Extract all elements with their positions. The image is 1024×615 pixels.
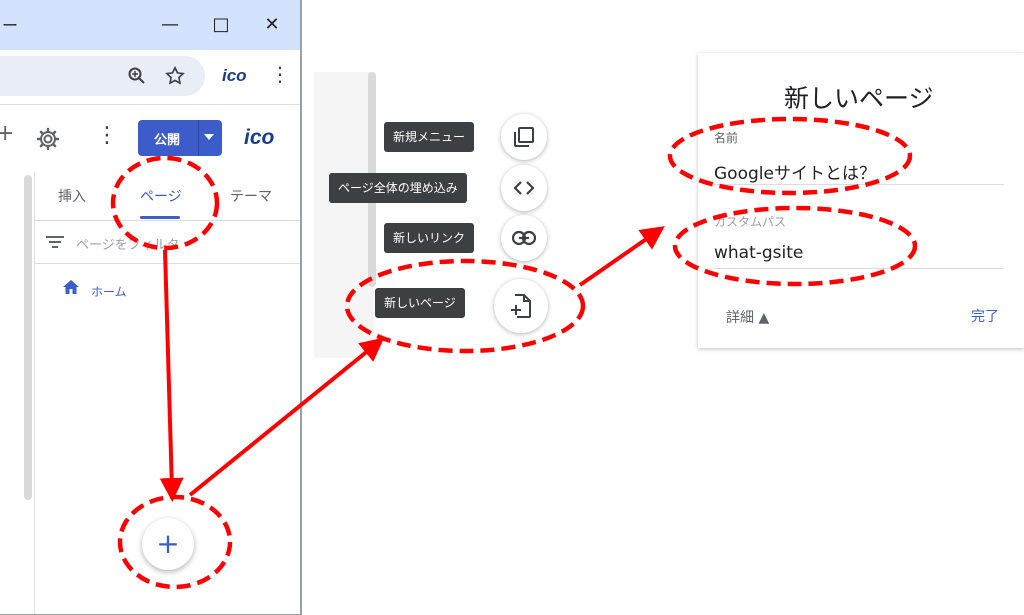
annotation-overlay: [110, 116, 918, 590]
annotation-circle-pages-tab: [110, 155, 220, 251]
annotation-circle-path: [672, 205, 918, 287]
annotation-arrow-to-menu: [188, 337, 385, 497]
annotation-circle-new-page: [344, 258, 586, 354]
annotation-circle-name: [667, 116, 913, 196]
annotation-arrow-to-dialog: [578, 226, 665, 287]
annotation-circle-fab: [117, 494, 233, 590]
annotation-arrow-down: [159, 249, 184, 502]
